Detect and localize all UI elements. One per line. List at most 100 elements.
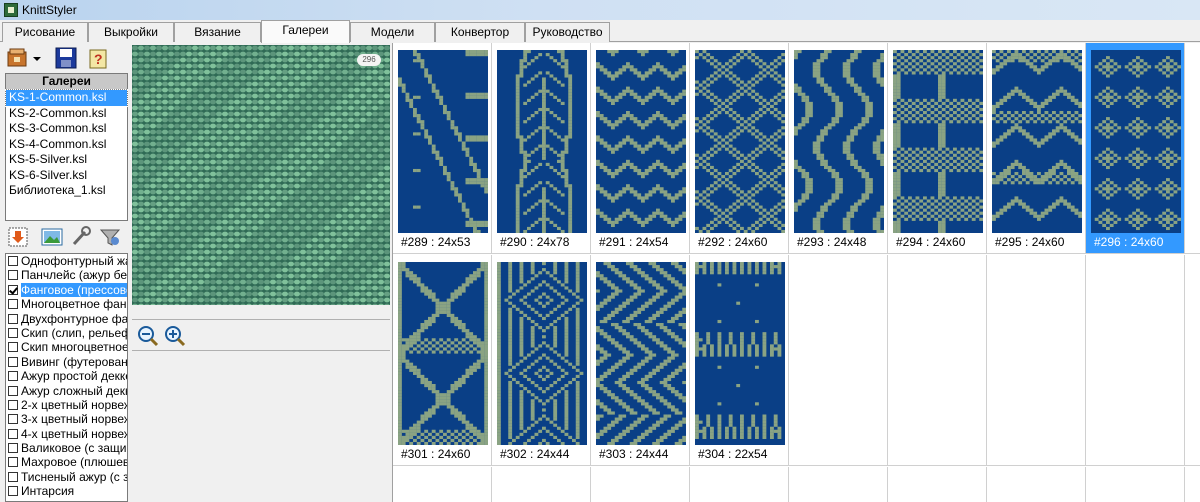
main-tabs: Рисование Выкройки Вязание Галереи Модел… bbox=[0, 20, 1200, 43]
preview-empty-area bbox=[132, 351, 390, 502]
help-button[interactable]: ? bbox=[86, 46, 112, 70]
technique-checkbox[interactable] bbox=[8, 327, 18, 338]
technique-filter-item[interactable]: Скип (слип, рельефное) bbox=[6, 326, 127, 340]
technique-filter-item[interactable]: Ажур простой деккер bbox=[6, 369, 127, 383]
technique-checkbox[interactable] bbox=[8, 486, 18, 497]
open-library-button[interactable] bbox=[6, 46, 32, 70]
technique-checkbox[interactable] bbox=[8, 342, 18, 353]
pattern-thumbnail[interactable]: #296 : 24x60 bbox=[1086, 43, 1185, 254]
empty-gallery-slot bbox=[591, 467, 690, 502]
pattern-caption: #289 : 24x53 bbox=[401, 235, 471, 249]
pattern-thumbnail[interactable]: #291 : 24x54 bbox=[591, 43, 690, 254]
technique-checkbox[interactable] bbox=[8, 270, 18, 281]
technique-checkbox[interactable] bbox=[8, 284, 18, 295]
technique-label: Ажур сложный деккер bbox=[21, 383, 127, 398]
empty-gallery-slot bbox=[1086, 255, 1185, 466]
pattern-thumbnail[interactable]: #301 : 24x60 bbox=[393, 255, 492, 466]
settings-button[interactable] bbox=[68, 225, 94, 249]
pattern-swatch bbox=[398, 50, 488, 233]
zoom-in-button[interactable] bbox=[163, 324, 187, 348]
tab-models[interactable]: Модели bbox=[350, 22, 435, 42]
pattern-thumbnail[interactable]: #293 : 24x48 bbox=[789, 43, 888, 254]
technique-filter-item[interactable]: Ажур сложный деккер bbox=[6, 384, 127, 398]
gallery-file-item[interactable]: KS-1-Common.ksl bbox=[5, 89, 128, 107]
zoom-in-icon bbox=[165, 326, 186, 347]
technique-checkbox[interactable] bbox=[8, 371, 18, 382]
technique-filter-item[interactable]: Скип многоцветное bbox=[6, 340, 127, 354]
gallery-file-item[interactable]: KS-6-Silver.ksl bbox=[6, 168, 127, 184]
technique-checkbox[interactable] bbox=[8, 399, 18, 410]
technique-checkbox[interactable] bbox=[8, 313, 18, 324]
knit-fabric-preview bbox=[132, 45, 390, 305]
zoom-out-button[interactable] bbox=[136, 324, 160, 348]
technique-filter-item[interactable]: 2-х цветный норвежский bbox=[6, 398, 127, 412]
import-button[interactable] bbox=[7, 225, 33, 249]
pattern-swatch bbox=[596, 50, 686, 233]
technique-filter-item[interactable]: Вивинг (футерованное) bbox=[6, 355, 127, 369]
pattern-swatch bbox=[992, 50, 1082, 233]
technique-checkbox[interactable] bbox=[8, 428, 18, 439]
knittstyler-window: KnittStyler Рисование Выкройки Вязание Г… bbox=[0, 0, 1200, 502]
tab-patterns[interactable]: Выкройки bbox=[88, 22, 174, 42]
technique-filter-item[interactable]: Махровое (плюшевое) bbox=[6, 455, 127, 469]
import-icon bbox=[8, 227, 28, 247]
pattern-thumbnail[interactable]: #292 : 24x60 bbox=[690, 43, 789, 254]
technique-checkbox[interactable] bbox=[8, 443, 18, 454]
pattern-thumbnail[interactable]: #304 : 22x54 bbox=[690, 255, 789, 466]
zoom-toolbar bbox=[132, 319, 390, 351]
technique-label: Тисненый ажур (с защипом) bbox=[21, 469, 127, 484]
image-button[interactable] bbox=[40, 225, 66, 249]
technique-checkbox[interactable] bbox=[8, 256, 18, 266]
tab-manual[interactable]: Руководство bbox=[525, 22, 610, 42]
tab-converter[interactable]: Конвертор bbox=[435, 22, 525, 42]
library-dropdown-button[interactable] bbox=[31, 46, 43, 70]
technique-filter-item[interactable]: Интарсия bbox=[6, 484, 127, 498]
technique-checkbox[interactable] bbox=[8, 385, 18, 396]
technique-filter-item[interactable]: Многоцветное фанговое bbox=[6, 297, 127, 311]
gallery-file-item[interactable]: KS-2-Common.ksl bbox=[6, 106, 127, 122]
galleries-header: Галереи bbox=[6, 74, 127, 90]
window-title: KnittStyler bbox=[22, 3, 77, 17]
technique-filter-item[interactable]: Панчлейс (ажур без bbox=[6, 268, 127, 282]
tab-galleries[interactable]: Галереи bbox=[261, 20, 350, 43]
technique-filter-item[interactable]: Фанговое (прессовое) bbox=[6, 282, 127, 297]
partial-gallery-slot bbox=[1185, 467, 1200, 502]
pattern-thumbnail[interactable]: #289 : 24x53 bbox=[393, 43, 492, 254]
empty-gallery-slot bbox=[492, 467, 591, 502]
pattern-swatch bbox=[497, 262, 587, 445]
pattern-preview bbox=[132, 45, 390, 305]
gallery-file-item[interactable]: KS-4-Common.ksl bbox=[6, 137, 127, 153]
technique-filter-item[interactable]: Тисненый ажур (с защипом) bbox=[6, 470, 127, 484]
pattern-caption: #296 : 24x60 bbox=[1094, 235, 1164, 249]
help-icon: ? bbox=[89, 49, 107, 69]
gallery-file-item[interactable]: KS-5-Silver.ksl bbox=[6, 152, 127, 168]
filter-button[interactable] bbox=[98, 225, 124, 249]
svg-text:?: ? bbox=[94, 51, 103, 67]
gallery-file-item[interactable]: KS-3-Common.ksl bbox=[6, 121, 127, 137]
technique-label: 2-х цветный норвежский bbox=[21, 397, 127, 412]
pattern-thumbnail[interactable]: #303 : 24x44 bbox=[591, 255, 690, 466]
technique-filter-item[interactable]: Двухфонтурное фанговое bbox=[6, 312, 127, 326]
pattern-thumbnail[interactable]: #294 : 24x60 bbox=[888, 43, 987, 254]
technique-checkbox[interactable] bbox=[8, 356, 18, 367]
technique-label: Двухфонтурное фанговое bbox=[21, 311, 127, 326]
technique-checkbox[interactable] bbox=[8, 299, 18, 310]
save-button[interactable] bbox=[53, 46, 79, 70]
technique-filter-item[interactable]: Валиковое (с защипом) bbox=[6, 441, 127, 455]
pattern-toolbar bbox=[0, 222, 130, 252]
technique-checkbox[interactable] bbox=[8, 471, 18, 482]
empty-gallery-slot bbox=[987, 467, 1086, 502]
technique-filter-item[interactable]: Однофонтурный жаккард bbox=[6, 254, 127, 268]
technique-checkbox[interactable] bbox=[8, 457, 18, 468]
pattern-swatch bbox=[1091, 50, 1181, 233]
pattern-thumbnail[interactable]: #302 : 24x44 bbox=[492, 255, 591, 466]
technique-filter-item[interactable]: 3-х цветный норвежский bbox=[6, 412, 127, 426]
tab-knitting[interactable]: Вязание bbox=[174, 22, 261, 42]
technique-filter-item[interactable]: 4-х цветный норвежский bbox=[6, 427, 127, 441]
technique-label: Интарсия bbox=[21, 484, 75, 499]
pattern-thumbnail[interactable]: #295 : 24x60 bbox=[987, 43, 1086, 254]
gallery-file-item[interactable]: Библиотека_1.ksl bbox=[6, 183, 127, 199]
technique-checkbox[interactable] bbox=[8, 414, 18, 425]
tab-drawing[interactable]: Рисование bbox=[2, 22, 88, 42]
pattern-thumbnail[interactable]: #290 : 24x78 bbox=[492, 43, 591, 254]
